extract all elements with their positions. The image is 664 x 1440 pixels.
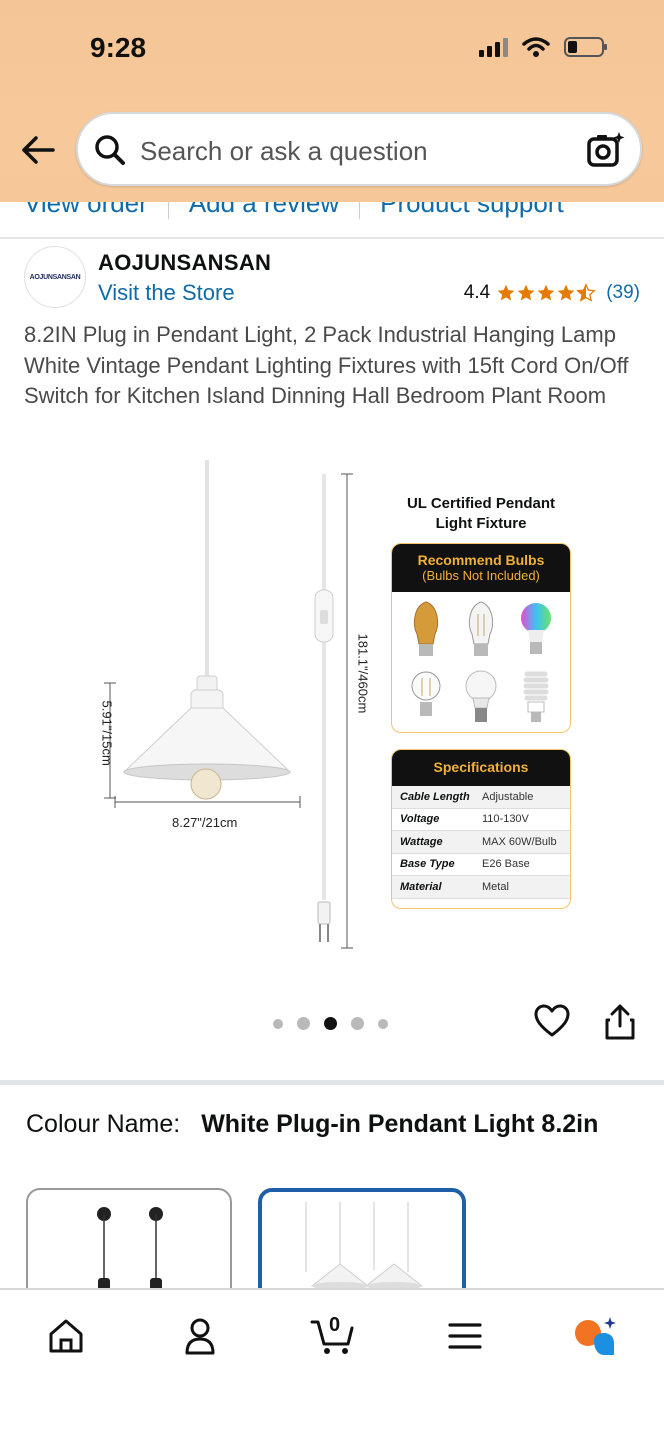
ul-certified-title: UL Certified Pendant Light Fixture xyxy=(406,495,556,532)
width-dimension: 8.27"/21cm xyxy=(172,815,238,830)
spec-row: Voltage 110-130V xyxy=(392,809,570,831)
star-rating xyxy=(496,283,597,303)
visit-store-link[interactable]: Visit the Store xyxy=(98,280,235,306)
brand-logo-text: AOJUNSANSAN xyxy=(29,273,81,281)
star-icon xyxy=(537,284,555,301)
star-icon xyxy=(557,284,575,301)
cart-count: 0 xyxy=(329,1314,341,1336)
status-bar: 9:28 xyxy=(0,0,664,100)
battery-icon xyxy=(564,37,607,57)
spec-value: E26 Base xyxy=(482,858,530,871)
account-icon xyxy=(185,1318,215,1355)
carousel-dot[interactable] xyxy=(273,1018,283,1029)
spec-row: Cable Length Adjustable xyxy=(392,786,570,809)
rating-value: 4.4 xyxy=(463,282,491,303)
recommend-bulbs-title: Recommend Bulbs xyxy=(417,552,545,568)
rufus-ai-icon xyxy=(575,1317,616,1355)
colour-label: Colour Name: xyxy=(26,1110,181,1138)
add-review-link[interactable]: Add a review xyxy=(189,202,361,219)
status-time: 9:28 xyxy=(90,32,147,63)
spec-value: Metal xyxy=(482,880,509,893)
cfl-bulb-icon xyxy=(511,666,562,730)
brand-logo[interactable]: AOJUNSANSAN xyxy=(24,246,86,308)
camera-lens-icon[interactable] xyxy=(586,130,626,170)
carousel-dot[interactable] xyxy=(297,1017,310,1030)
star-icon xyxy=(517,284,535,301)
recommend-bulbs-card: Recommend Bulbs (Bulbs Not Included) xyxy=(391,543,571,733)
carousel-dots[interactable] xyxy=(273,1017,388,1030)
divider xyxy=(0,237,664,239)
wifi-icon xyxy=(522,37,550,57)
spec-row: Material Metal xyxy=(392,876,570,899)
spec-row: Base Type E26 Base xyxy=(392,854,570,876)
brand-name: AOJUNSANSAN xyxy=(98,250,272,275)
product-support-link[interactable]: Product support xyxy=(380,202,584,219)
spec-value: 110-130V xyxy=(482,813,529,826)
search-icon xyxy=(95,135,125,165)
height-dimension: 5.91"/15cm xyxy=(99,700,115,766)
spec-key: Base Type xyxy=(400,858,455,871)
home-icon xyxy=(49,1319,83,1353)
nav-home[interactable] xyxy=(46,1316,86,1356)
nav-account[interactable] xyxy=(180,1316,220,1356)
view-order-link[interactable]: View order xyxy=(24,202,169,219)
product-title: 8.2IN Plug in Pendant Light, 2 Pack Indu… xyxy=(24,322,629,408)
clear-bulb-icon xyxy=(455,598,506,662)
recommend-bulbs-header: Recommend Bulbs (Bulbs Not Included) xyxy=(392,544,570,592)
bottom-nav xyxy=(0,1288,664,1440)
share-icon[interactable] xyxy=(604,1004,636,1040)
carousel-dot-active[interactable] xyxy=(324,1017,337,1030)
recommend-bulbs-subtitle: (Bulbs Not Included) xyxy=(422,568,540,583)
review-count[interactable]: (39) xyxy=(606,282,640,304)
edison-bulb-icon xyxy=(400,598,451,662)
heart-icon[interactable] xyxy=(534,1004,570,1038)
specifications-title: Specifications xyxy=(392,750,570,786)
colour-value: White Plug-in Pendant Light 8.2in xyxy=(201,1110,599,1138)
led-bulb-icon xyxy=(455,666,506,730)
section-divider xyxy=(0,1080,664,1085)
carousel-dot[interactable] xyxy=(378,1018,388,1029)
specifications-card: Specifications Cable Length Adjustable Vo… xyxy=(391,749,571,909)
bulbs-grid xyxy=(392,592,570,732)
search-input[interactable]: Search or ask a question xyxy=(76,112,642,186)
menu-icon xyxy=(448,1323,482,1349)
status-icons xyxy=(478,36,608,58)
search-row: Search or ask a question xyxy=(0,112,664,186)
spec-table: Cable Length Adjustable Voltage 110-130V W… xyxy=(392,786,570,899)
spec-row: Wattage MAX 60W/Bulb xyxy=(392,831,570,854)
nav-rufus[interactable] xyxy=(572,1316,620,1356)
spec-key: Wattage xyxy=(400,835,443,848)
search-placeholder: Search or ask a question xyxy=(140,136,428,166)
nav-menu[interactable] xyxy=(445,1316,485,1356)
rating-summary[interactable]: 4.4 (39) xyxy=(464,282,640,304)
rgb-bulb-icon xyxy=(511,598,562,662)
filament-bulb-icon xyxy=(400,666,451,730)
order-subnav: View order Add a review Product support xyxy=(0,188,664,224)
spec-key: Material xyxy=(400,880,442,893)
cord-length-dimension: 181.1"/460cm xyxy=(355,633,371,714)
back-arrow-icon[interactable] xyxy=(20,134,56,166)
spec-key: Voltage xyxy=(400,813,440,826)
spec-value: Adjustable xyxy=(482,790,534,803)
spec-key: Cable Length xyxy=(400,790,470,803)
header: 9:28 Search or ask a question xyxy=(0,0,664,202)
carousel-dot[interactable] xyxy=(351,1017,364,1030)
cellular-signal-icon xyxy=(479,38,508,57)
half-star-icon xyxy=(576,283,597,302)
colour-selector-label: Colour Name: White Plug-in Pendant Light… xyxy=(26,1108,626,1140)
spec-value: MAX 60W/Bulb xyxy=(482,835,557,848)
star-icon xyxy=(497,284,515,301)
